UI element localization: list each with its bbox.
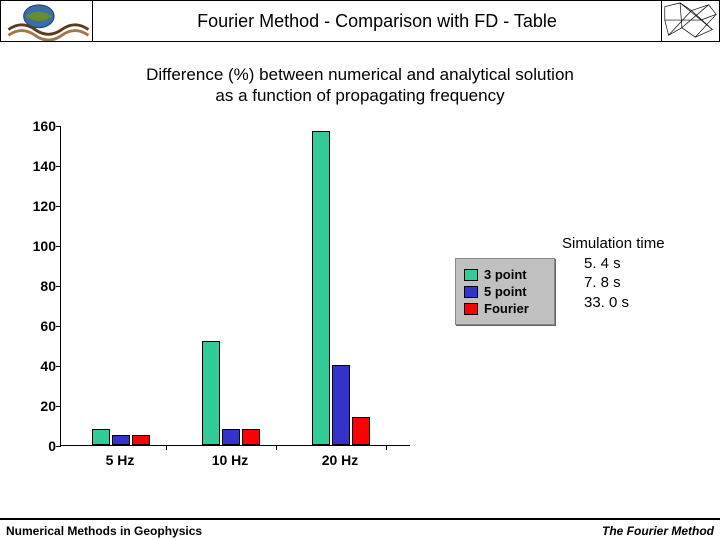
- x-tick-label: 10 Hz: [212, 452, 249, 468]
- bar: [312, 131, 330, 445]
- y-tick-label: 160: [33, 118, 56, 134]
- y-tick-mark: [56, 326, 61, 327]
- footer: Numerical Methods in Geophysics The Four…: [0, 518, 720, 540]
- bar: [332, 365, 350, 445]
- y-tick-label: 20: [40, 398, 56, 414]
- y-tick-label: 100: [33, 238, 56, 254]
- footer-left: Numerical Methods in Geophysics: [6, 524, 202, 538]
- y-axis: 020406080100120140160: [22, 126, 60, 446]
- y-tick-mark: [56, 446, 61, 447]
- legend-item: 5 point: [464, 284, 546, 299]
- y-tick-label: 120: [33, 198, 56, 214]
- bar: [352, 417, 370, 445]
- bar: [112, 435, 130, 445]
- legend-label: 5 point: [484, 284, 527, 299]
- legend-swatch-icon: [464, 269, 478, 281]
- bar: [202, 341, 220, 445]
- legend-item: 3 point: [464, 267, 546, 282]
- y-tick-mark: [56, 366, 61, 367]
- title-container: Fourier Method - Comparison with FD - Ta…: [93, 1, 661, 41]
- y-tick-label: 0: [48, 438, 56, 454]
- simulation-time-box: Simulation time 5. 4 s 7. 8 s 33. 0 s: [562, 234, 665, 312]
- bar: [92, 429, 110, 445]
- slide: Fourier Method - Comparison with FD - Ta…: [0, 0, 720, 540]
- bar: [132, 435, 150, 445]
- x-tick-mark: [166, 445, 167, 450]
- x-tick-label: 5 Hz: [106, 452, 135, 468]
- y-tick-label: 60: [40, 318, 56, 334]
- plot-area: [60, 126, 410, 446]
- simulation-time-row: 33. 0 s: [562, 293, 665, 313]
- legend-swatch-icon: [464, 303, 478, 315]
- bar-chart: 020406080100120140160 5 Hz10 Hz20 Hz: [22, 126, 432, 466]
- x-tick-mark: [386, 445, 387, 450]
- y-tick-mark: [56, 206, 61, 207]
- legend: 3 point 5 point Fourier: [455, 258, 555, 325]
- y-tick-mark: [56, 246, 61, 247]
- slide-title: Fourier Method - Comparison with FD - Ta…: [197, 11, 557, 32]
- subtitle-line-1: Difference (%) between numerical and ana…: [0, 64, 720, 85]
- title-bar: Fourier Method - Comparison with FD - Ta…: [0, 0, 720, 42]
- y-tick-label: 40: [40, 358, 56, 374]
- bar: [242, 429, 260, 445]
- legend-item: Fourier: [464, 301, 546, 316]
- y-tick-mark: [56, 406, 61, 407]
- legend-label: Fourier: [484, 301, 529, 316]
- globe-waves-icon: [1, 1, 93, 41]
- footer-right: The Fourier Method: [602, 524, 714, 538]
- x-tick-mark: [276, 445, 277, 450]
- y-tick-mark: [56, 166, 61, 167]
- subtitle: Difference (%) between numerical and ana…: [0, 64, 720, 107]
- subtitle-line-2: as a function of propagating frequency: [0, 85, 720, 106]
- y-tick-mark: [56, 126, 61, 127]
- y-tick-mark: [56, 286, 61, 287]
- bar: [222, 429, 240, 445]
- y-tick-label: 140: [33, 158, 56, 174]
- mesh-icon: [661, 1, 719, 41]
- y-tick-label: 80: [40, 278, 56, 294]
- legend-label: 3 point: [484, 267, 527, 282]
- simulation-time-heading: Simulation time: [562, 234, 665, 254]
- simulation-time-row: 5. 4 s: [562, 254, 665, 274]
- x-tick-label: 20 Hz: [322, 452, 359, 468]
- legend-swatch-icon: [464, 286, 478, 298]
- simulation-time-row: 7. 8 s: [562, 273, 665, 293]
